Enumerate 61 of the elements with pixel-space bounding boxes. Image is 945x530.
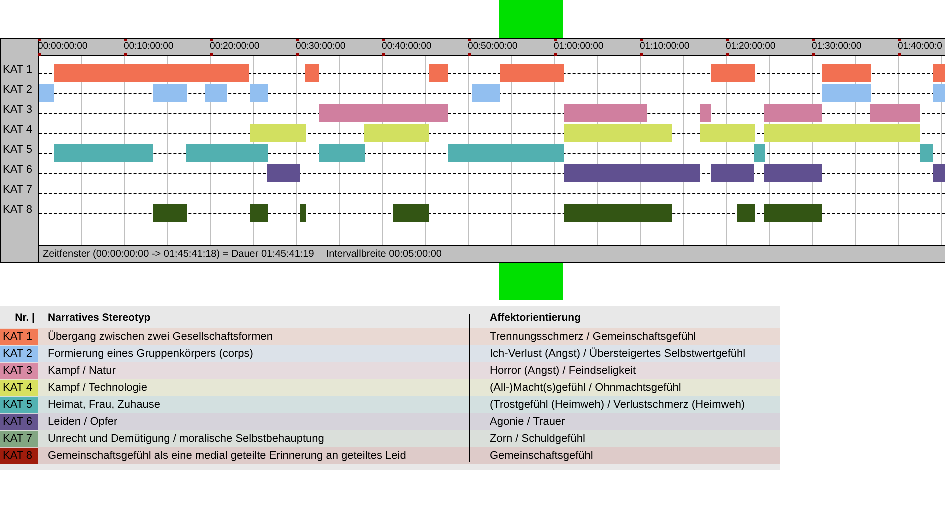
table-cell-text: Leiden / Opfer (47, 416, 119, 428)
column-header: Narratives Stereotyp (47, 312, 152, 324)
table-cell-text: Zorn / Schuldgefühl (489, 432, 586, 444)
table-cell-text: Ich-Verlust (Angst) / Übersteigertes Selbstwertgefühl (489, 348, 747, 360)
category-swatch: KAT 3 (0, 362, 38, 378)
tick-mark (468, 53, 471, 56)
table-cell-text: Gemeinschaftsgefühl (489, 450, 594, 462)
table-cell-text: (All-)Macht(s)gefühl / Ohnmachtsgefühl (489, 382, 682, 394)
table-cell-text: Unrecht und Demütigung / moralische Selbstbehauptung (47, 432, 326, 444)
row-label: KAT 5 (2, 143, 34, 158)
tick-mark (38, 53, 41, 56)
time-label: 00:20:00:00 (210, 41, 260, 52)
table-cell-text: Heimat, Frau, Zuhause (47, 398, 162, 410)
interval-text: Intervallbreite 00:05:00:00 (326, 248, 442, 260)
tick-mark (898, 53, 901, 56)
time-label: 01:30:00:00 (812, 41, 862, 52)
position-marker (499, 0, 563, 38)
status-text: Zeitfenster (00:00:00:00 -> 01:45:41:18) = Dauer 01:45:41:19 (43, 248, 314, 260)
time-label: 00:50:00:00 (468, 41, 518, 52)
category-swatch: KAT 6 (0, 414, 38, 430)
row-label: KAT 7 (2, 183, 34, 198)
time-label: 00:00:00:00 (38, 41, 88, 52)
table-cell-text: Kampf / Technologie (47, 382, 148, 394)
time-label: 00:10:00:00 (124, 41, 174, 52)
table-cell-text: Gemeinschaftsgefühl als eine medial geteilte Erinnerung an geteiltes Leid (47, 450, 408, 462)
tick-mark (554, 53, 557, 56)
column-header: Affektorientierung (489, 312, 582, 324)
table-cell-text: Agonie / Trauer (489, 416, 566, 428)
category-swatch: KAT 8 (0, 448, 38, 464)
tick-mark (124, 53, 127, 56)
category-swatch: KAT 1 (0, 328, 38, 344)
table-cell-text: (Trostgefühl (Heimweh) / Verlustschmerz (Heimweh) (489, 398, 746, 410)
tick-mark (726, 53, 729, 56)
time-label: 01:00:00:00 (554, 41, 604, 52)
tick-mark (812, 53, 815, 56)
row-label: KAT 1 (2, 63, 34, 78)
category-swatch: KAT 5 (0, 396, 38, 412)
column-header: Nr. | (14, 312, 36, 324)
position-marker (499, 263, 563, 300)
tick-mark (296, 53, 299, 56)
row-label: KAT 3 (2, 103, 34, 118)
category-swatch: KAT 4 (0, 380, 38, 396)
row-label: KAT 4 (2, 123, 34, 138)
category-swatch: KAT 7 (0, 430, 38, 446)
table-cell-text: Kampf / Natur (47, 364, 117, 376)
time-label: 00:40:00:00 (382, 41, 432, 52)
category-swatch: KAT 2 (0, 346, 38, 362)
row-label: KAT 2 (2, 83, 34, 98)
tick-mark (640, 53, 643, 56)
time-label: 01:20:00:00 (726, 41, 776, 52)
tick-mark (210, 53, 213, 56)
time-label: 00:30:00:00 (296, 41, 346, 52)
table-cell-text: Übergang zwischen zwei Gesellschaftsformen (47, 330, 274, 342)
tick-mark (382, 53, 385, 56)
table-cell-text: Trennungsschmerz / Gemeinschaftsgefühl (489, 330, 698, 342)
row-label: KAT 6 (2, 163, 34, 178)
table-cell-text: Formierung eines Gruppenkörpers (corps) (47, 348, 254, 360)
time-label: 01:40:00:0 (898, 41, 942, 52)
row-label: KAT 8 (2, 203, 34, 218)
time-label: 01:10:00:00 (640, 41, 690, 52)
table-cell-text: Horror (Angst) / Feindseligkeit (489, 364, 638, 376)
